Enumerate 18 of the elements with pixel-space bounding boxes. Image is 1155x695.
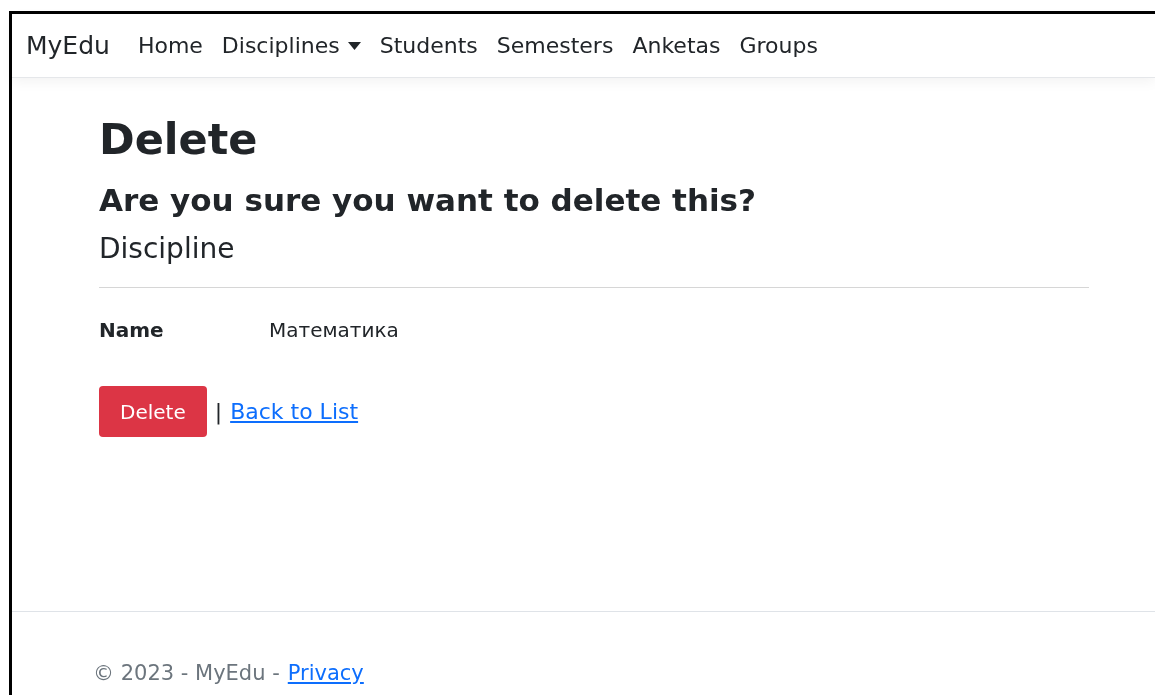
- caret-icon: [347, 41, 361, 50]
- nav-link[interactable]: Anketas: [632, 33, 721, 58]
- nav-link[interactable]: Semesters: [496, 33, 614, 58]
- nav-link[interactable]: Students: [379, 33, 478, 58]
- entity-heading: Discipline: [99, 232, 236, 265]
- nav-dropdown[interactable]: Disciplines: [221, 33, 361, 58]
- separator: |: [214, 399, 223, 424]
- field-label: Name: [99, 318, 165, 342]
- nav-link[interactable]: Groups: [739, 33, 818, 58]
- field-value: Математика: [269, 318, 400, 342]
- brand-link[interactable]: MyEdu: [26, 31, 110, 60]
- footer-text: © 2023 - MyEdu -: [93, 661, 280, 685]
- confirm-question: Are you sure you want to delete this?: [99, 182, 758, 218]
- delete-button[interactable]: Delete: [99, 386, 207, 437]
- privacy-link[interactable]: Privacy: [287, 661, 364, 685]
- page-title: Delete: [99, 114, 259, 164]
- back-link[interactable]: Back to List: [230, 399, 359, 424]
- nav-link[interactable]: Home: [137, 33, 203, 58]
